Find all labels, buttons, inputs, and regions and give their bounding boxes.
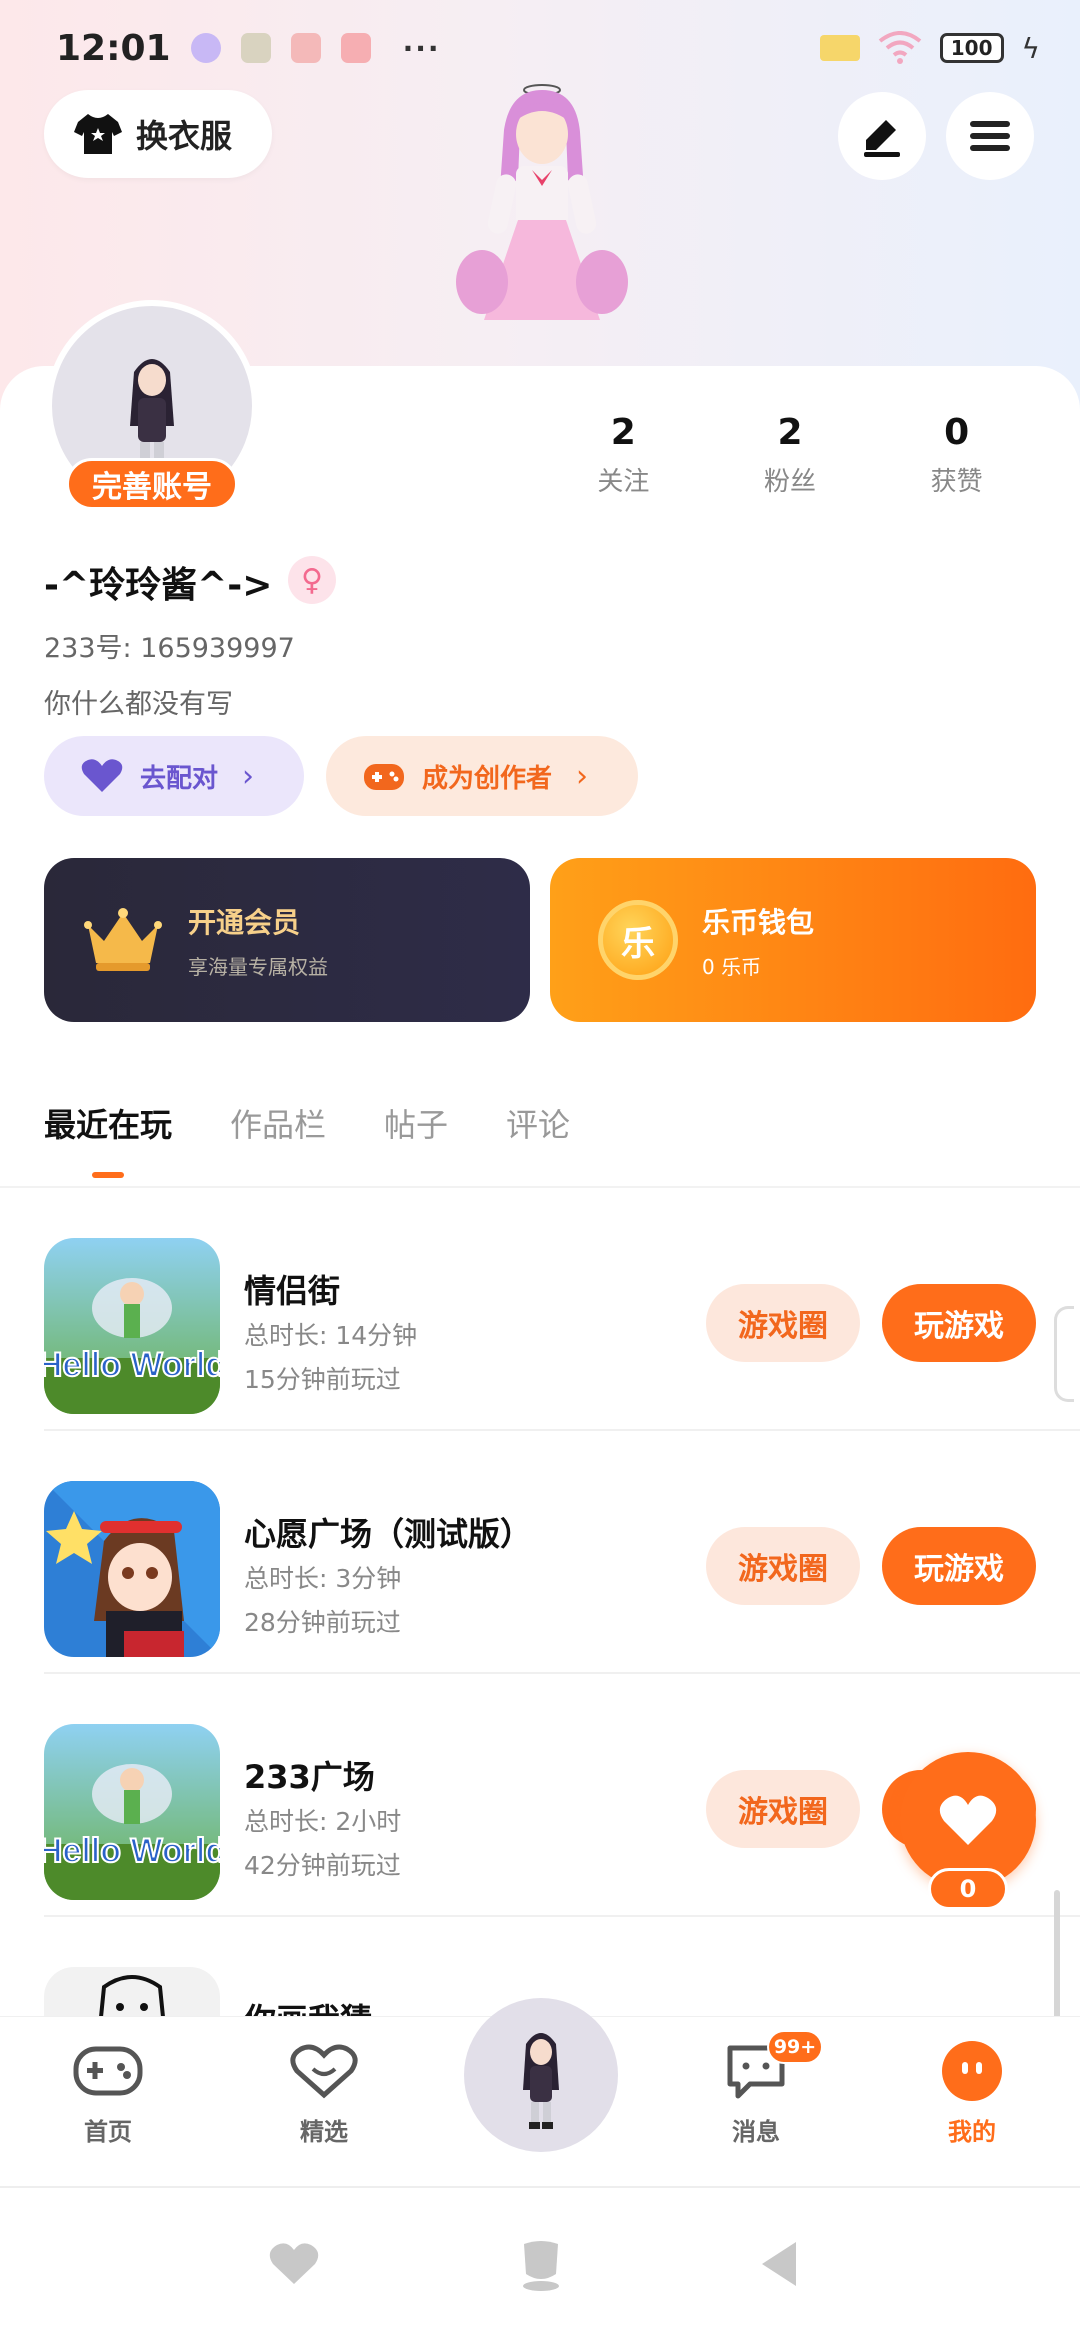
creator-label: 成为创作者 [422,763,553,794]
gamepad-icon [73,2040,143,2102]
tab-posts[interactable]: 帖子 [384,1100,448,1146]
nav-label: 消息 [732,2118,780,2146]
vip-card[interactable]: 开通会员 享海量专属权益 [44,858,530,1022]
stat-label: 获赞 [930,467,983,497]
game-name: 心愿广场（测试版） [244,1515,533,1553]
dress-up-button[interactable]: 换衣服 [44,90,272,178]
edit-profile-button[interactable] [838,92,926,180]
nav-featured[interactable]: 精选 [264,2040,384,2147]
heart-chat-icon [289,2040,359,2102]
match-button[interactable]: 去配对 › [44,736,304,816]
hamburger-icon [970,115,1010,157]
stat-value: 2 [610,412,636,453]
tab-comments[interactable]: 评论 [506,1100,570,1146]
charging-icon: ϟ [1021,31,1040,65]
game-circle-button[interactable]: 游戏圈 [706,1770,860,1848]
game-circle-button[interactable]: 游戏圈 [706,1527,860,1605]
wallet-card[interactable]: 乐 乐币钱包 0 乐币 [550,858,1036,1022]
game-name: 233广场 [244,1758,375,1796]
home-icon[interactable] [516,2240,566,2292]
nav-label: 我的 [948,2118,996,2146]
message-icon: 99+ [721,2030,823,2102]
thumbnail-text: Hello World [44,1832,220,1870]
wallet-title: 乐币钱包 [702,905,815,939]
stat-value: 0 [944,412,970,453]
heart-icon [939,1795,997,1845]
gamepad-icon [364,764,404,790]
pen-icon [864,120,900,157]
nav-home[interactable]: 首页 [48,2040,168,2147]
nav-label: 首页 [84,2118,132,2146]
stat-label: 关注 [597,467,650,497]
heart-icon [81,759,123,792]
tshirt-icon [74,114,122,154]
nav-label: 精选 [300,2118,348,2146]
menu-button[interactable] [946,92,1034,180]
profile-tabs: 最近在玩 作品栏 帖子 评论 [44,1100,570,1178]
center-avatar-button[interactable] [464,1998,618,2152]
chevron-right-icon: › [242,758,255,794]
game-name: 情侣街 [244,1272,341,1310]
game-last-played: 15分钟前玩过 [244,1365,401,1394]
game-duration: 总时长: 2小时 [244,1807,402,1836]
tab-works[interactable]: 作品栏 [230,1100,326,1146]
game-row[interactable]: Hello World 情侣街 总时长: 14分钟 15分钟前玩过 游戏圈 玩游… [44,1188,1080,1431]
stat-likes[interactable]: 0 获赞 [873,412,1040,498]
profile-nickname: -^玲玲酱^-> [44,565,273,606]
game-duration: 总时长: 14分钟 [244,1321,418,1350]
game-last-played: 28分钟前玩过 [244,1608,401,1637]
stat-followers[interactable]: 2 粉丝 [707,412,874,498]
heart-icon[interactable] [268,2240,320,2286]
game-row[interactable]: 心愿广场（测试版） 总时长: 3分钟 28分钟前玩过 游戏圈 玩游戏 [44,1431,1080,1674]
app-notification-icon [340,33,371,63]
back-icon[interactable] [758,2240,798,2288]
side-drawer-handle[interactable] [1054,1306,1074,1402]
status-time: 12:01 [56,27,171,69]
app-notification-icon [240,33,271,63]
stat-value: 2 [777,412,803,453]
nav-me[interactable]: 我的 [912,2040,1032,2147]
bell-icon [190,33,221,63]
app-notification-icon [290,33,321,63]
wallet-balance: 0 乐币 [702,954,762,979]
become-creator-button[interactable]: 成为创作者 › [326,736,638,816]
stat-following[interactable]: 2 关注 [540,412,707,498]
battery-indicator: 100 [939,33,1004,63]
character-avatar-image[interactable] [420,70,660,370]
game-circle-button[interactable]: 游戏圈 [706,1284,860,1362]
avatar-figure-image [523,2033,559,2129]
game-thumbnail: Hello World [44,1238,220,1414]
user-id: 233号: 165939997 [44,633,295,664]
thumbnail-text: Hello World [44,1346,220,1384]
crown-icon [84,908,162,971]
stat-label: 粉丝 [764,467,817,497]
unread-badge: 99+ [767,2030,823,2064]
game-thumbnail: Hello World [44,1724,220,1900]
female-gender-icon: ♀ [288,556,336,604]
chevron-right-icon: › [576,758,589,794]
wifi-icon [878,31,922,64]
vip-subtitle: 享海量专属权益 [188,954,328,979]
profile-stats: 2 关注 2 粉丝 0 获赞 [540,412,1040,498]
game-duration: 总时长: 3分钟 [244,1564,402,1593]
profile-bio: 你什么都没有写 [44,689,233,720]
tab-recently-played[interactable]: 最近在玩 [44,1100,172,1178]
nav-messages[interactable]: 99+ 消息 [696,2030,823,2147]
face-icon [937,2040,1007,2102]
coin-icon: 乐 [598,900,678,980]
sim-icon [819,35,860,61]
like-count-badge: 0 [928,1868,1008,1910]
play-game-button[interactable]: 玩游戏 [882,1284,1036,1362]
vip-title: 开通会员 [188,905,301,939]
dress-up-label: 换衣服 [136,117,233,155]
complete-account-badge[interactable]: 完善账号 [66,458,238,510]
game-thumbnail [44,1481,220,1657]
more-notifications-icon: ··· [402,31,441,65]
play-game-button[interactable]: 玩游戏 [882,1527,1036,1605]
match-label: 去配对 [140,763,219,794]
status-bar: 12:01 ··· 100 ϟ [56,22,1040,74]
game-last-played: 42分钟前玩过 [244,1851,401,1880]
